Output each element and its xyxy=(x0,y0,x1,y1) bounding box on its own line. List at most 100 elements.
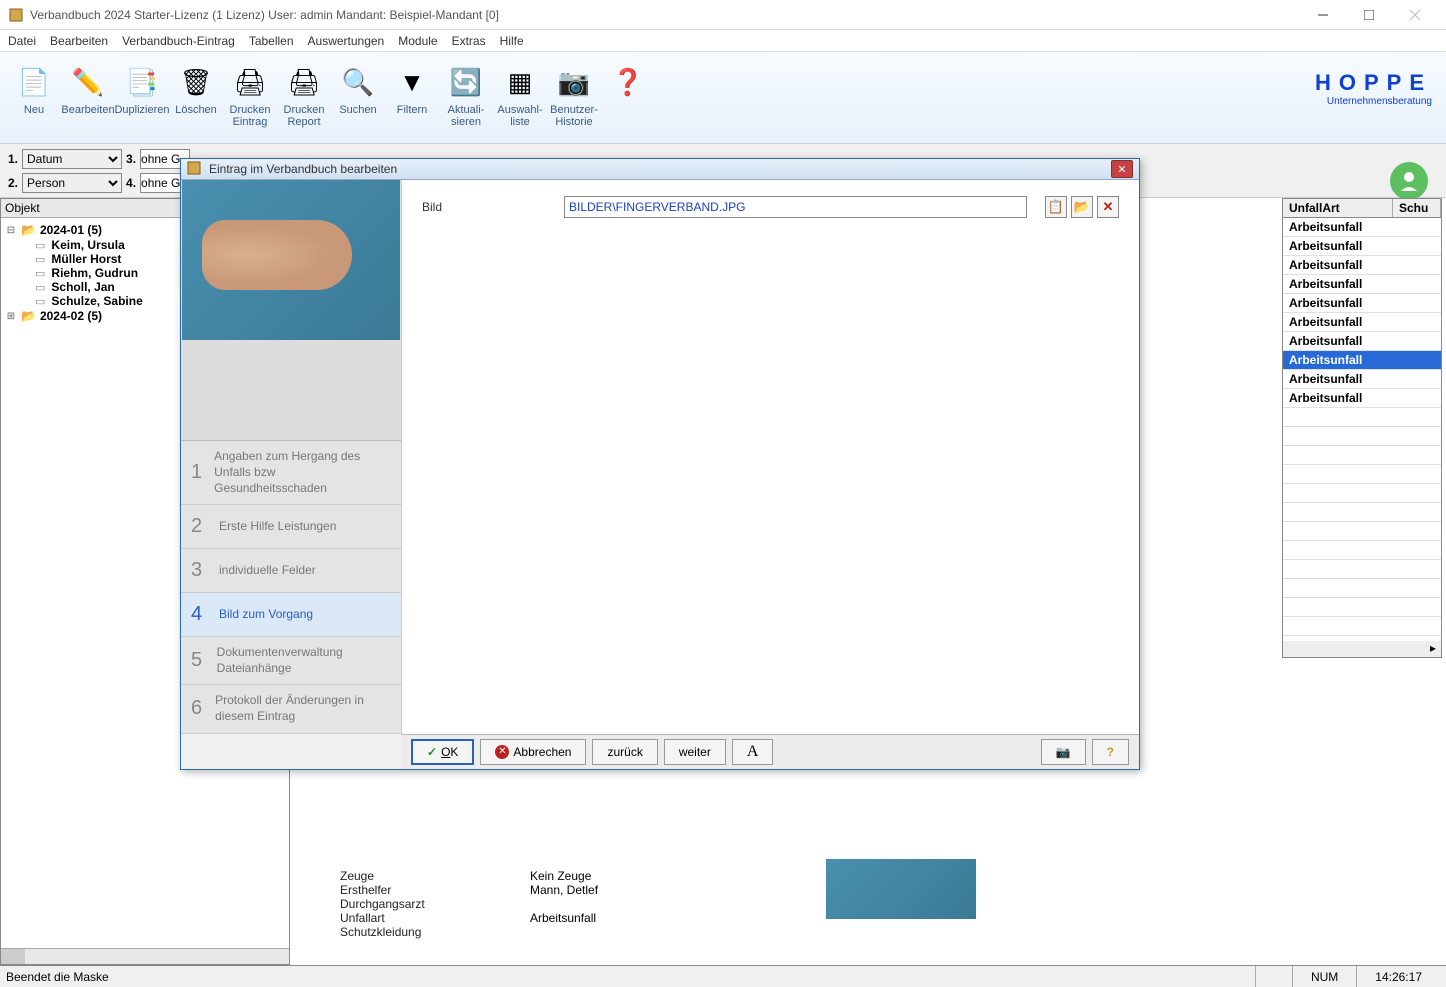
dialog-step-2[interactable]: 2Erste Hilfe Leistungen xyxy=(181,505,401,549)
detail-key: Schutzkleidung xyxy=(340,925,500,939)
toolbar-icon-2: 📑 xyxy=(124,64,160,100)
status-text: Beendet die Maske xyxy=(6,970,1255,984)
ok-button[interactable]: ✓OOKK xyxy=(411,739,474,765)
folder-icon: 📂 xyxy=(21,309,36,323)
toolbar-btn-5[interactable]: 🖨Drucken Report xyxy=(278,58,330,136)
close-button[interactable] xyxy=(1392,0,1438,30)
back-button[interactable]: zurück xyxy=(592,739,657,765)
toolbar-btn-8[interactable]: 🔄Aktuali- sieren xyxy=(440,58,492,136)
toolbar-icon-0: 📄 xyxy=(16,64,52,100)
toolbar-icon-11: ❓ xyxy=(610,64,646,100)
image-path-input[interactable] xyxy=(564,196,1027,218)
grid-hscroll[interactable]: ▸ xyxy=(1283,641,1441,657)
toolbar-btn-7[interactable]: ▼Filtern xyxy=(386,58,438,136)
help-button[interactable]: ? xyxy=(1092,739,1129,765)
grid-row[interactable]: Arbeitsunfall xyxy=(1283,389,1441,408)
dialog-step-6[interactable]: 6Protokoll der Änderungen in diesem Eint… xyxy=(181,685,401,733)
tree-item-label: Riehm, Gudrun xyxy=(51,266,138,280)
dialog-step-4[interactable]: 4Bild zum Vorgang xyxy=(181,593,401,637)
grid-row-empty[interactable] xyxy=(1283,427,1441,446)
grid-row[interactable]: Arbeitsunfall xyxy=(1283,237,1441,256)
minimize-button[interactable] xyxy=(1300,0,1346,30)
dialog-titlebar[interactable]: Eintrag im Verbandbuch bearbeiten ✕ xyxy=(181,159,1139,180)
dialog-close-button[interactable]: ✕ xyxy=(1111,160,1133,178)
document-icon: ▭ xyxy=(35,253,45,266)
grid-row[interactable]: Arbeitsunfall xyxy=(1283,218,1441,237)
dialog-sidebar: 1Angaben zum Hergang des Unfalls bzw Ges… xyxy=(181,180,401,733)
delete-icon[interactable]: ✕ xyxy=(1097,196,1119,218)
grid-header[interactable]: UnfallArt Schu xyxy=(1283,199,1441,218)
grid-row[interactable]: Arbeitsunfall xyxy=(1283,275,1441,294)
menu-module[interactable]: Module xyxy=(398,34,437,48)
grid-row-empty[interactable] xyxy=(1283,522,1441,541)
copy-icon[interactable]: 📋 xyxy=(1045,196,1067,218)
toolbar-btn-11[interactable]: ❓ xyxy=(602,58,654,136)
detail-key: Unfallart xyxy=(340,911,500,925)
grid-row[interactable]: Arbeitsunfall xyxy=(1283,256,1441,275)
step-label: individuelle Felder xyxy=(219,563,316,579)
cancel-button[interactable]: ✕Abbrechen xyxy=(480,739,586,765)
detail-val: Kein Zeuge xyxy=(530,869,591,883)
expander-icon[interactable]: ⊞ xyxy=(5,311,17,322)
grid-row[interactable]: Arbeitsunfall xyxy=(1283,313,1441,332)
detail-val: Mann, Detlef xyxy=(530,883,598,897)
next-button[interactable]: weiter xyxy=(664,739,726,765)
menu-auswertungen[interactable]: Auswertungen xyxy=(308,34,385,48)
grid-row[interactable]: Arbeitsunfall xyxy=(1283,370,1441,389)
grid-row[interactable]: Arbeitsunfall xyxy=(1283,294,1441,313)
filter-select-2[interactable]: Person xyxy=(22,173,122,193)
toolbar-label-7: Filtern xyxy=(397,104,428,116)
toolbar-btn-4[interactable]: 🖨Drucken Eintrag xyxy=(224,58,276,136)
filter-num-2: 2. xyxy=(8,176,18,190)
dialog-step-1[interactable]: 1Angaben zum Hergang des Unfalls bzw Ges… xyxy=(181,441,401,505)
grid-row-empty[interactable] xyxy=(1283,560,1441,579)
photo-button[interactable]: 📷 xyxy=(1041,739,1086,765)
menu-bearbeiten[interactable]: Bearbeiten xyxy=(50,34,108,48)
grid-row-empty[interactable] xyxy=(1283,617,1441,636)
grid-row-empty[interactable] xyxy=(1283,465,1441,484)
toolbar-btn-3[interactable]: 🗑Löschen xyxy=(170,58,222,136)
detail-key: Durchgangsarzt xyxy=(340,897,500,911)
step-label: Erste Hilfe Leistungen xyxy=(219,519,336,535)
grid-col-unfallart[interactable]: UnfallArt xyxy=(1283,199,1393,217)
menu-tabellen[interactable]: Tabellen xyxy=(249,34,294,48)
toolbar-btn-1[interactable]: ✏️Bearbeiten xyxy=(62,58,114,136)
grid-row-empty[interactable] xyxy=(1283,408,1441,427)
toolbar-btn-9[interactable]: ▦ Auswahl- liste xyxy=(494,58,546,136)
menu-extras[interactable]: Extras xyxy=(452,34,486,48)
toolbar-icon-10: 📷 xyxy=(556,64,592,100)
grid-row[interactable]: Arbeitsunfall xyxy=(1283,351,1441,370)
folder-icon: 📂 xyxy=(21,223,36,237)
dialog-step-3[interactable]: 3individuelle Felder xyxy=(181,549,401,593)
grid-row-empty[interactable] xyxy=(1283,446,1441,465)
toolbar-label-9: Auswahl- liste xyxy=(497,104,542,128)
open-folder-icon[interactable]: 📂 xyxy=(1071,196,1093,218)
grid-row-empty[interactable] xyxy=(1283,541,1441,560)
grid-row[interactable]: Arbeitsunfall xyxy=(1283,332,1441,351)
dialog-step-5[interactable]: 5Dokumentenverwaltung Dateianhänge xyxy=(181,637,401,685)
filter-select-1[interactable]: Datum xyxy=(22,149,122,169)
toolbar-btn-10[interactable]: 📷Benutzer- Historie xyxy=(548,58,600,136)
user-badge-icon[interactable] xyxy=(1390,162,1428,200)
menu-hilfe[interactable]: Hilfe xyxy=(500,34,524,48)
grid-row-empty[interactable] xyxy=(1283,503,1441,522)
toolbar-btn-6[interactable]: 🔍Suchen xyxy=(332,58,384,136)
menu-datei[interactable]: Datei xyxy=(8,34,36,48)
font-button[interactable]: A xyxy=(732,739,774,765)
step-number: 1 xyxy=(191,461,202,484)
grid-row-empty[interactable] xyxy=(1283,598,1441,617)
tree-hscroll[interactable] xyxy=(1,948,289,964)
toolbar-btn-2[interactable]: 📑Duplizieren xyxy=(116,58,168,136)
maximize-button[interactable] xyxy=(1346,0,1392,30)
grid-row-empty[interactable] xyxy=(1283,484,1441,503)
brand-name: HOPPE xyxy=(1315,70,1432,96)
toolbar-btn-0[interactable]: 📄Neu xyxy=(8,58,60,136)
toolbar-icon-9: ▦ xyxy=(502,64,538,100)
menu-verbandbuch[interactable]: Verbandbuch-Eintrag xyxy=(122,34,235,48)
brand-logo: HOPPE Unternehmensberatung xyxy=(1315,70,1432,107)
grid-row-empty[interactable] xyxy=(1283,579,1441,598)
grid-panel: UnfallArt Schu ArbeitsunfallArbeitsunfal… xyxy=(1282,198,1442,658)
expander-icon[interactable]: ⊟ xyxy=(5,225,17,236)
grid-col-schu[interactable]: Schu xyxy=(1393,199,1441,217)
detail-key: Ersthelfer xyxy=(340,883,500,897)
